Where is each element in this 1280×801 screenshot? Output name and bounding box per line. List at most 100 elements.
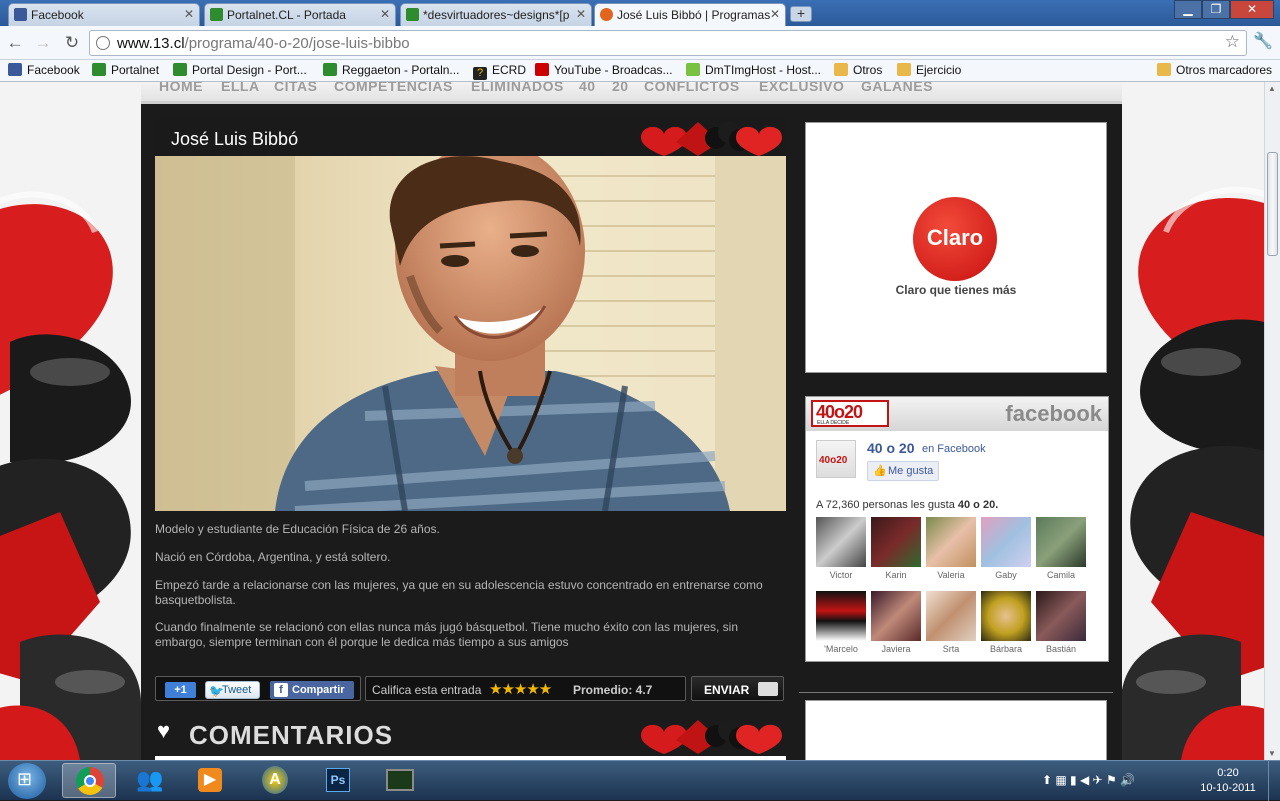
friend-avatar[interactable]: Camila — [1036, 517, 1086, 580]
en-facebook-link[interactable]: en Facebook — [922, 443, 986, 455]
media-player-icon: ▶ — [198, 768, 222, 792]
maximize-button[interactable]: ❐ — [1202, 0, 1230, 19]
portalnet-icon — [92, 63, 106, 76]
article-photo — [155, 156, 786, 511]
new-tab-button[interactable]: + — [790, 6, 812, 22]
nav-competencias[interactable]: COMPETENCIAS — [334, 82, 453, 94]
scroll-down-icon[interactable]: ▼ — [1268, 749, 1276, 758]
friend-avatar[interactable]: Gaby — [981, 517, 1031, 580]
bookmark-portalnet[interactable]: Portalnet — [92, 63, 159, 77]
compartir-button[interactable]: f Compartir — [270, 681, 354, 699]
friend-avatar[interactable]: Srta — [926, 591, 976, 654]
like-button[interactable]: 👍 Me gusta — [867, 461, 939, 481]
close-window-button[interactable]: ✕ — [1230, 0, 1274, 19]
facebook-box-header: 40o20 ELLA DECIDE facebook — [806, 397, 1108, 431]
claro-ad[interactable]: Claro Claro que tienes más — [805, 122, 1107, 373]
friend-avatar[interactable]: Victor — [816, 517, 866, 580]
back-button[interactable]: ← — [4, 32, 26, 54]
twitter-bird-icon: 🐦 — [209, 684, 224, 698]
taskbar-media-player[interactable]: ▶ — [182, 763, 236, 798]
enviar-button[interactable]: ENVIAR — [691, 676, 784, 701]
forward-button[interactable]: → — [32, 32, 54, 54]
globe-a-icon: A — [262, 766, 288, 794]
vertical-scrollbar[interactable]: ▲ ▼ — [1264, 82, 1280, 760]
folder-icon — [897, 63, 911, 76]
sidebar-ad-slot[interactable] — [805, 700, 1107, 760]
background-card-suits-left — [0, 82, 141, 760]
show-desktop-button[interactable] — [1268, 761, 1280, 801]
social-buttons: +1 🐦 Tweet f Compartir — [155, 676, 361, 701]
nav-citas[interactable]: CITAS — [274, 82, 317, 94]
minimize-button[interactable]: ▁ — [1174, 0, 1202, 19]
friend-avatar[interactable]: Javiera — [871, 591, 921, 654]
nav-ella[interactable]: ELLA — [221, 82, 260, 94]
bookmark-portal-design[interactable]: Portal Design - Port... — [173, 63, 307, 77]
comments-header: ♥ COMENTARIOS — [155, 716, 786, 760]
start-button[interactable]: ⊞ — [8, 763, 46, 799]
ad-tagline: Claro que tienes más — [895, 283, 1017, 297]
bookmark-ecrd[interactable]: ? ECRD — [473, 63, 526, 80]
tab-jose-luis-bibbo[interactable]: José Luis Bibbó | Programas ✕ — [594, 3, 786, 26]
taskbar-arcgis[interactable]: A — [246, 763, 300, 798]
address-bar[interactable]: www.13.cl/programa/40-o-20/jose-luis-bib… — [89, 30, 1247, 56]
bookmark-folder-ejercicio[interactable]: Ejercicio — [897, 63, 961, 77]
bookmark-youtube[interactable]: YouTube - Broadcas... — [535, 63, 673, 77]
page-thumbnail: 40o20 — [816, 440, 856, 478]
friend-avatar[interactable]: Karin — [871, 517, 921, 580]
close-tab-icon[interactable]: ✕ — [184, 7, 194, 21]
chrome-icon — [76, 767, 104, 795]
nav-home[interactable]: HOME — [159, 82, 203, 94]
friend-avatar[interactable]: 'Marcelo — [816, 591, 866, 654]
close-tab-icon[interactable]: ✕ — [770, 7, 780, 21]
page-name-link[interactable]: 40 o 20 — [867, 440, 914, 456]
bookmark-folder-otros[interactable]: Otros — [834, 63, 882, 77]
likes-count: A 72,360 personas les gusta 40 o 20. — [816, 499, 999, 511]
card-suits-ornament-icon — [641, 121, 782, 156]
system-clock[interactable]: 0:20 10-10-2011 — [1198, 766, 1258, 796]
tray-icons[interactable]: ⬆ ▦ ▮ ◀ ✈ ⚑ 🔊 — [1042, 773, 1135, 787]
bookmark-star-icon[interactable]: ☆ — [1225, 32, 1240, 52]
scrollbar-thumb[interactable] — [1267, 152, 1278, 256]
article-paragraph: Empezó tarde a relacionarse con las muje… — [155, 578, 763, 607]
reload-button[interactable]: ↻ — [61, 32, 83, 54]
close-tab-icon[interactable]: ✕ — [576, 7, 586, 21]
other-bookmarks[interactable]: Otros marcadores — [1157, 63, 1272, 77]
friend-avatar[interactable]: Bastián — [1036, 591, 1086, 654]
friend-avatar[interactable]: Valeria — [926, 517, 976, 580]
wrench-icon[interactable]: 🔧 — [1253, 31, 1273, 51]
tab-portalnet[interactable]: Portalnet.CL - Portada ✕ — [204, 3, 396, 26]
bookmark-reggaeton[interactable]: Reggaeton - Portaln... — [323, 63, 459, 77]
plusone-button[interactable]: +1 — [165, 682, 196, 698]
facebook-icon — [8, 63, 22, 76]
taskbar-chrome[interactable] — [62, 763, 116, 798]
nav-galanes[interactable]: GALANES — [861, 82, 933, 94]
close-tab-icon[interactable]: ✕ — [380, 7, 390, 21]
thumbs-up-icon: 👍 — [873, 465, 887, 477]
scroll-up-icon[interactable]: ▲ — [1268, 84, 1276, 93]
browser-tab-strip: Facebook ✕ Portalnet.CL - Portada ✕ *desvi… — [0, 0, 1280, 26]
friend-avatar[interactable]: Bárbara — [981, 591, 1031, 654]
tweet-button[interactable]: 🐦 Tweet — [205, 681, 260, 699]
share-bar: +1 🐦 Tweet f Compartir Califica esta entra… — [155, 676, 786, 702]
taskbar-messenger[interactable]: 👥 — [122, 763, 176, 798]
youtube-icon — [535, 63, 549, 76]
bookmark-facebook[interactable]: Facebook — [8, 63, 80, 77]
nav-conflictos[interactable]: CONFLICTOS — [644, 82, 740, 94]
browser-toolbar: ← → ↻ www.13.cl/programa/40-o-20/jose-lu… — [0, 26, 1280, 60]
nav-exclusivo[interactable]: EXCLUSIVO — [759, 82, 844, 94]
taskbar-task-manager[interactable] — [372, 763, 426, 798]
bookmark-dmtimghost[interactable]: DmTImgHost - Host... — [686, 63, 821, 77]
nav-eliminados[interactable]: ELIMINADOS — [471, 82, 564, 94]
nav-20[interactable]: 20 — [612, 82, 629, 94]
tab-facebook[interactable]: Facebook ✕ — [8, 3, 200, 26]
card-suits-ornament-icon — [641, 719, 782, 754]
taskbar-photoshop[interactable]: Ps — [310, 763, 364, 798]
tab-desvirtuadores[interactable]: *desvirtuadores~designs*[p ✕ — [400, 3, 592, 26]
nav-40[interactable]: 40 — [579, 82, 596, 94]
canal13-icon — [600, 8, 613, 21]
task-manager-icon — [386, 769, 414, 791]
facebook-icon — [14, 8, 27, 21]
rating-stars[interactable]: ★★★★★ — [489, 680, 552, 698]
facebook-like-box: 40o20 ELLA DECIDE facebook 40o20 40 o 20… — [805, 396, 1109, 662]
portalnet-icon — [406, 8, 419, 21]
